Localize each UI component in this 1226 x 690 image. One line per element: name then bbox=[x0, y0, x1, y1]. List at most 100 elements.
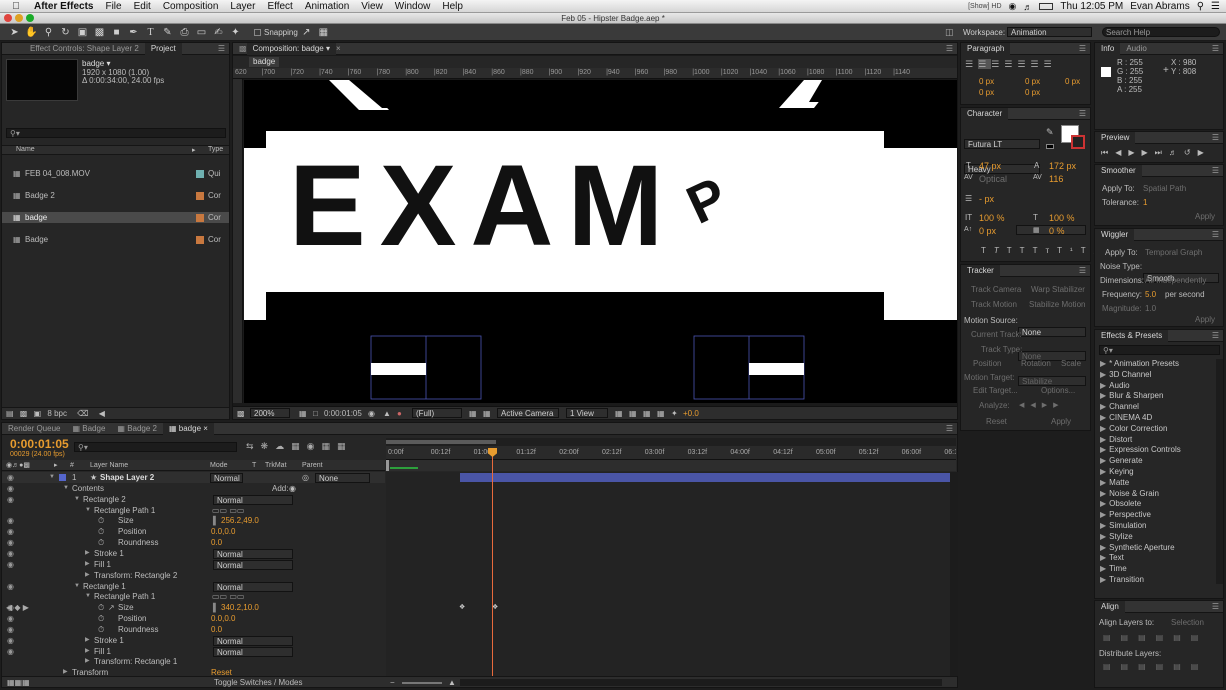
indent-first[interactable]: 0 px bbox=[1065, 77, 1080, 86]
project-search-input[interactable]: ⚲▾ bbox=[6, 128, 226, 138]
stroke-width[interactable]: - px bbox=[979, 194, 994, 204]
zoom-in-icon[interactable]: ▲ bbox=[448, 677, 456, 688]
scale-checkbox[interactable]: Scale bbox=[1061, 359, 1081, 368]
disclosure-triangle-icon[interactable]: ▶ bbox=[1100, 564, 1106, 573]
wiggler-apply-to-dropdown[interactable]: Temporal Graph bbox=[1145, 248, 1202, 257]
disclosure-triangle-icon[interactable]: ▶ bbox=[85, 559, 90, 570]
effect-category[interactable]: ▶ Perspective bbox=[1100, 510, 1215, 521]
rectangle-tool-icon[interactable]: ■ bbox=[110, 26, 123, 39]
timeline-search-input[interactable]: ⚲▾ bbox=[74, 442, 237, 452]
current-time-indicator[interactable] bbox=[492, 449, 493, 676]
options-button[interactable]: Options... bbox=[1041, 386, 1075, 395]
align-buttons-row[interactable]: ▤▤▤▤▤▤ bbox=[1103, 633, 1208, 642]
disclosure-triangle-icon[interactable]: ▶ bbox=[63, 667, 68, 676]
workspace-icon[interactable]: ◫ bbox=[945, 27, 954, 38]
effects-scrollbar[interactable] bbox=[1216, 359, 1223, 584]
type-tool-icon[interactable]: T bbox=[144, 26, 157, 39]
effect-category[interactable]: ▶ Blur & Sharpen bbox=[1100, 391, 1215, 402]
constrain-proportions-icon[interactable]: ▐ bbox=[210, 602, 216, 613]
comp-tab-dropdown-icon[interactable]: ▾ bbox=[326, 44, 330, 53]
effect-category[interactable]: ▶ Channel bbox=[1100, 402, 1215, 413]
fast-preview-icon[interactable]: ▦ bbox=[629, 407, 637, 420]
shy-icon[interactable]: ☁ bbox=[275, 441, 291, 451]
camera-tool-icon[interactable]: ▣ bbox=[76, 26, 89, 39]
effect-category[interactable]: ▶ CINEMA 4D bbox=[1100, 413, 1215, 424]
vertical-scale[interactable]: 100 % bbox=[979, 213, 1005, 223]
menu-animation[interactable]: Animation bbox=[299, 1, 355, 12]
project-item[interactable]: ▦ FEB 04_008.MOV Qui bbox=[2, 168, 229, 179]
constrain-proportions-icon[interactable]: ▐ bbox=[210, 515, 216, 526]
disclosure-triangle-icon[interactable]: ▶ bbox=[1100, 499, 1106, 508]
panel-menu-icon[interactable]: ☰ bbox=[1212, 229, 1219, 241]
visibility-eye-icon[interactable]: ◉ bbox=[7, 613, 14, 624]
rotation-checkbox[interactable]: Rotation bbox=[1021, 359, 1051, 368]
brush-tool-icon[interactable]: ✎ bbox=[161, 26, 174, 39]
disclosure-triangle-icon[interactable]: ▶ bbox=[85, 570, 90, 581]
tab-preview[interactable]: Preview bbox=[1095, 131, 1136, 144]
snap-icon[interactable]: ↗ bbox=[300, 26, 313, 39]
pen-tool-icon[interactable]: ✒ bbox=[127, 26, 140, 39]
disclosure-triangle-icon[interactable]: ▶ bbox=[1100, 532, 1106, 541]
time-ruler[interactable]: 0:00f 00:12f 01:00f 01:12f 02:00f 02:12f 03:00… bbox=[386, 446, 956, 460]
property-row[interactable]: ◉ ⏱ Position 0.0,0.0 bbox=[2, 526, 385, 537]
time-navigator[interactable] bbox=[386, 438, 956, 446]
zoom-slider[interactable] bbox=[402, 682, 442, 684]
tab-paragraph[interactable]: Paragraph bbox=[961, 42, 1011, 55]
disclosure-triangle-icon[interactable]: ▼ bbox=[63, 483, 69, 494]
project-item[interactable]: ▦ Badge 2 Cor bbox=[2, 190, 229, 201]
tab-render-queue[interactable]: Render Queue bbox=[2, 423, 66, 435]
timeline-icon[interactable]: ▦ bbox=[643, 407, 651, 420]
close-window-icon[interactable] bbox=[4, 14, 12, 22]
graph-editor-icon[interactable]: ▦ bbox=[337, 441, 353, 451]
analyze-controls[interactable]: ◀◀▶▶ bbox=[1019, 401, 1065, 409]
visibility-eye-icon[interactable]: ◉ bbox=[7, 472, 14, 483]
disclosure-triangle-icon[interactable]: ▼ bbox=[74, 581, 80, 592]
region-icon[interactable]: ▦ bbox=[469, 407, 477, 420]
interpret-footage-icon[interactable]: ▤ bbox=[6, 409, 14, 418]
layer-duration-bar[interactable] bbox=[460, 473, 951, 482]
puppet-tool-icon[interactable]: ✦ bbox=[229, 26, 242, 39]
blend-mode-dropdown[interactable]: Normal bbox=[213, 548, 293, 559]
panel-menu-icon[interactable]: ☰ bbox=[1079, 108, 1086, 120]
close-tab-icon[interactable]: × bbox=[336, 44, 341, 53]
work-area[interactable] bbox=[386, 460, 956, 471]
smoother-apply-button[interactable]: Apply bbox=[1195, 212, 1215, 221]
menu-layer[interactable]: Layer bbox=[224, 1, 261, 12]
disclosure-triangle-icon[interactable]: ▶ bbox=[1100, 359, 1106, 368]
tab-badge-2[interactable]: ▦ Badge 2 bbox=[111, 423, 163, 435]
all-caps-icon[interactable]: TT bbox=[1007, 246, 1033, 255]
align-to-dropdown[interactable]: Selection bbox=[1171, 618, 1204, 627]
selection-tool-icon[interactable]: ➤ bbox=[8, 26, 21, 39]
exposure-icon[interactable]: ✦ bbox=[671, 407, 678, 420]
disclosure-triangle-icon[interactable]: ▶ bbox=[1100, 391, 1106, 400]
comp-breadcrumb[interactable]: badge bbox=[249, 57, 280, 67]
dimensions-dropdown[interactable]: All Independently bbox=[1145, 276, 1206, 285]
stabilize-motion-button[interactable]: Stabilize Motion bbox=[1029, 300, 1085, 309]
graph-icon[interactable]: ↗ bbox=[108, 602, 115, 613]
last-frame-icon[interactable]: ⏭ bbox=[1155, 148, 1169, 157]
stopwatch-icon[interactable]: ⏱ bbox=[98, 526, 104, 537]
frame-blend-icon[interactable]: ▦ bbox=[291, 441, 307, 451]
search-help-input[interactable]: Search Help bbox=[1102, 27, 1220, 37]
clock[interactable]: Thu 12:05 PM bbox=[1060, 1, 1123, 12]
panel-menu-icon[interactable]: ☰ bbox=[1212, 132, 1219, 144]
property-value[interactable]: 0.0 bbox=[211, 537, 222, 548]
effect-category[interactable]: ▶ Distort bbox=[1100, 435, 1215, 446]
motion-blur-icon[interactable]: ◉ bbox=[307, 441, 322, 451]
stopwatch-icon[interactable]: ⏱ bbox=[98, 515, 104, 526]
work-area-start-icon[interactable] bbox=[386, 460, 389, 471]
disclosure-triangle-icon[interactable]: ▶ bbox=[1100, 575, 1106, 584]
visibility-eye-icon[interactable]: ◉ bbox=[7, 548, 14, 559]
col-parent[interactable]: Parent bbox=[302, 460, 323, 471]
tab-project[interactable]: Project bbox=[144, 42, 182, 55]
trash-icon[interactable]: ⌫ bbox=[77, 409, 88, 418]
disclosure-triangle-icon[interactable]: ▶ bbox=[1100, 424, 1106, 433]
property-row[interactable]: ◉ ▼ Contents Add: ◉ bbox=[2, 483, 385, 494]
brainstorm-icon[interactable]: ▦ bbox=[321, 441, 337, 451]
spotlight-icon[interactable]: ⚲ bbox=[1197, 1, 1204, 12]
effect-category[interactable]: ▶ Generate bbox=[1100, 456, 1215, 467]
toggle-switches-modes[interactable]: Toggle Switches / Modes bbox=[214, 677, 303, 688]
edit-target-button[interactable]: Edit Target... bbox=[973, 386, 1018, 395]
comp-viewport[interactable]: EXAM P bbox=[244, 80, 957, 403]
frequency-value[interactable]: 5.0 bbox=[1145, 290, 1156, 299]
